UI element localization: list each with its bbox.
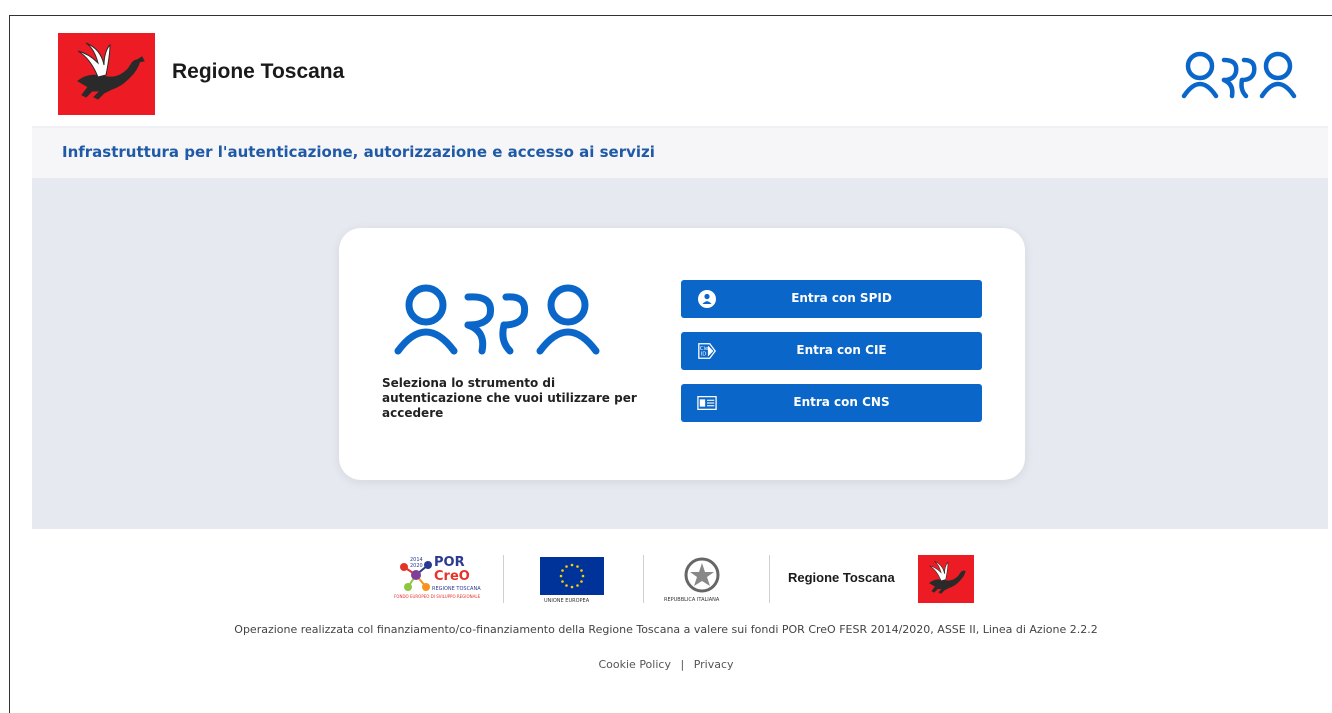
- por-label: POR: [434, 555, 465, 570]
- eu-caption: UNIONE EUROPEA: [544, 598, 590, 604]
- cns-button-label: Entra con CNS: [793, 395, 890, 409]
- cie-login-button[interactable]: Cie ID Entra con CIE: [681, 332, 982, 370]
- funding-note: Operazione realizzata col finanziamento/…: [234, 623, 1098, 636]
- pegasus-icon: [77, 42, 145, 100]
- logo-divider: [643, 555, 644, 603]
- eu-flag-icon: [540, 557, 604, 595]
- logo-divider: [503, 555, 504, 603]
- logo-divider: [769, 555, 770, 603]
- por-creo-logo: 2014 2020 POR CreO REGIONE TOSCANA FONDO…: [390, 553, 490, 605]
- spid-button-label: Entra con SPID: [791, 291, 892, 305]
- footer-links: Cookie Policy | Privacy: [0, 658, 1332, 671]
- auth-instruction-text: Seleziona lo strumento di autenticazione…: [382, 376, 637, 420]
- regione-toscana-logo[interactable]: [58, 33, 155, 115]
- arpa-logo-icon: [394, 284, 600, 355]
- footer-brand-title: Regione Toscana: [788, 570, 895, 585]
- por-caption-fund: FONDO EUROPEO DI SVILUPPO REGIONALE: [394, 594, 481, 599]
- privacy-link[interactable]: Privacy: [694, 658, 734, 671]
- por-caption-region: REGIONE TOSCANA: [432, 586, 481, 592]
- arpa-logo-icon[interactable]: [1180, 50, 1300, 100]
- por-years-bottom: 2020: [410, 563, 423, 569]
- pegasus-icon: [929, 560, 966, 594]
- italy-caption: REPUBBLICA ITALIANA: [664, 597, 720, 603]
- footer-logos: 2014 2020 POR CreO REGIONE TOSCANA FONDO…: [390, 553, 980, 605]
- brand-title: Regione Toscana: [172, 60, 345, 83]
- footer-regione-toscana-logo: [918, 555, 974, 603]
- cookie-policy-link[interactable]: Cookie Policy: [598, 658, 670, 671]
- cie-button-label: Entra con CIE: [796, 343, 887, 357]
- creo-label: CreO: [434, 569, 470, 584]
- link-separator: |: [680, 658, 685, 671]
- cns-login-button[interactable]: Entra con CNS: [681, 384, 982, 422]
- spid-login-button[interactable]: Entra con SPID: [681, 280, 982, 318]
- eu-logo: UNIONE EUROPEA: [540, 553, 610, 605]
- page-title: Infrastruttura per l'autenticazione, aut…: [62, 143, 655, 161]
- italian-republic-logo: REPUBBLICA ITALIANA: [662, 553, 742, 605]
- italian-emblem-icon: [684, 557, 720, 593]
- page-frame-left-border: [9, 15, 10, 713]
